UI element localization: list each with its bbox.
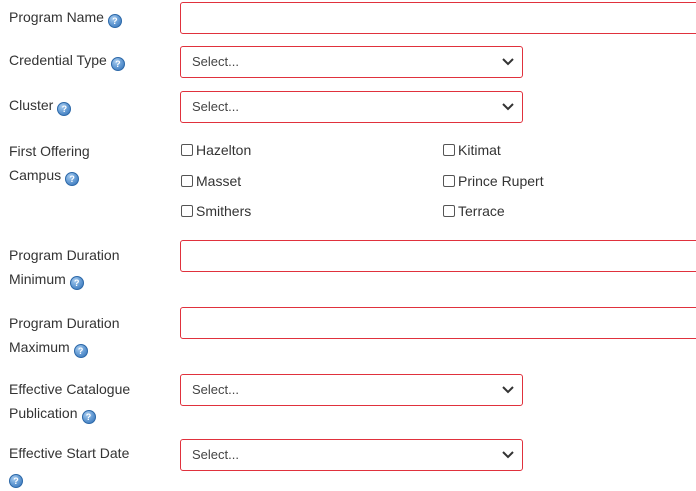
effective-catalogue-publication-selected: Select...	[192, 382, 239, 397]
question-help-icon[interactable]: ?	[110, 57, 125, 71]
checkbox-icon[interactable]	[443, 175, 455, 187]
effective-start-date-selected: Select...	[192, 447, 239, 462]
credential-type-label: Credential Type?	[9, 48, 125, 72]
campus-checkbox-smithers[interactable]: Smithers	[181, 202, 251, 220]
question-help-icon[interactable]: ?	[65, 172, 80, 186]
program-name-input[interactable]	[180, 2, 696, 34]
program-name-label: Program Name?	[9, 5, 122, 29]
checkbox-icon[interactable]	[181, 205, 193, 217]
campus-checkbox-prince-rupert[interactable]: Prince Rupert	[443, 172, 544, 190]
program-duration-minimum-input[interactable]	[180, 240, 696, 272]
credential-type-selected: Select...	[192, 54, 239, 69]
cluster-label: Cluster?	[9, 93, 72, 117]
first-offering-campus-label: First Offering Campus?	[9, 143, 90, 186]
question-help-icon[interactable]: ?	[81, 410, 96, 424]
program-duration-minimum-label: Program Duration Minimum?	[9, 247, 120, 290]
effective-start-date-select[interactable]: Select...	[180, 439, 523, 471]
campus-checkbox-masset[interactable]: Masset	[181, 172, 241, 190]
chevron-down-icon	[502, 451, 514, 459]
question-help-icon[interactable]: ?	[107, 14, 122, 28]
question-help-icon[interactable]: ?	[73, 344, 88, 358]
campus-checkbox-hazelton[interactable]: Hazelton	[181, 141, 251, 159]
checkbox-icon[interactable]	[181, 175, 193, 187]
question-help-icon[interactable]: ?	[69, 276, 84, 290]
effective-start-date-label: Effective Start Date?	[9, 445, 130, 488]
program-duration-maximum-label: Program Duration Maximum?	[9, 315, 120, 358]
checkbox-icon[interactable]	[443, 144, 455, 156]
credential-type-select[interactable]: Select...	[180, 46, 523, 78]
chevron-down-icon	[502, 58, 514, 66]
cluster-select[interactable]: Select...	[180, 91, 523, 123]
effective-catalogue-publication-label: Effective Catalogue Publication?	[9, 381, 131, 424]
campus-checkbox-terrace[interactable]: Terrace	[443, 202, 505, 220]
campus-checkbox-kitimat[interactable]: Kitimat	[443, 141, 501, 159]
question-help-icon[interactable]: ?	[9, 474, 23, 488]
question-help-icon[interactable]: ?	[57, 102, 72, 116]
chevron-down-icon	[502, 103, 514, 111]
program-duration-maximum-input[interactable]	[180, 307, 696, 339]
chevron-down-icon	[502, 386, 514, 394]
effective-catalogue-publication-select[interactable]: Select...	[180, 374, 523, 406]
checkbox-icon[interactable]	[181, 144, 193, 156]
checkbox-icon[interactable]	[443, 205, 455, 217]
cluster-selected: Select...	[192, 99, 239, 114]
